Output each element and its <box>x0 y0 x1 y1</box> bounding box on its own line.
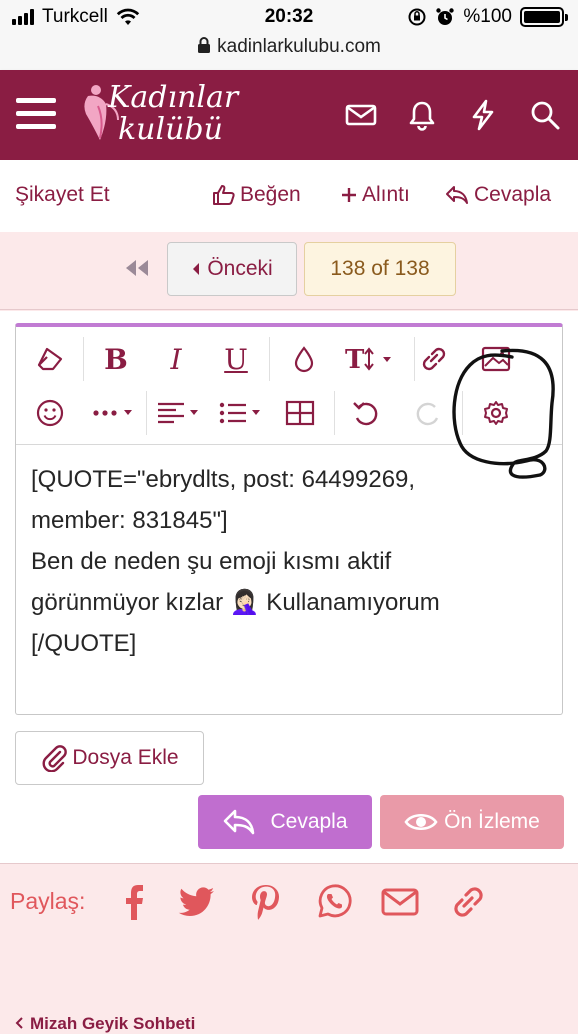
page-count[interactable]: 138 of 138 <box>304 242 456 296</box>
battery-percent: %100 <box>463 6 512 27</box>
share-bar: Paylaş: Mizah Geyik Sohbeti <box>0 863 578 1033</box>
lightning-icon[interactable] <box>466 98 500 132</box>
plus-icon <box>342 188 356 202</box>
bell-icon[interactable] <box>405 98 439 132</box>
rich-text-editor[interactable]: B I U T [QUOTE="ebrydlts, post: 64499269… <box>15 323 563 715</box>
table-icon[interactable] <box>278 391 322 435</box>
battery-icon <box>520 7 568 27</box>
facepalm-emoji: 🤦🏻‍♀️ <box>229 589 260 616</box>
search-icon[interactable] <box>528 98 562 132</box>
editor-toolbar: B I U T <box>16 327 562 479</box>
reply-area: B I U T [QUOTE="ebrydlts, post: 64499269… <box>0 311 578 863</box>
logo-line1: Kadınlar <box>108 80 239 115</box>
link-share-icon[interactable] <box>448 882 488 922</box>
submit-reply-label: Cevapla <box>270 810 348 833</box>
lock-icon <box>198 37 211 53</box>
submit-reply-button[interactable]: Cevapla <box>198 795 372 849</box>
text-color-icon[interactable] <box>282 337 326 381</box>
quote-open-line: [QUOTE="ebrydlts, post: 64499269, <box>31 466 416 493</box>
quote-body-line: Ben de neden şu emoji kısmı aktif <box>31 548 392 575</box>
previous-label: Önceki <box>207 257 273 280</box>
twitter-icon[interactable] <box>178 882 218 922</box>
svg-text:T: T <box>345 345 365 374</box>
reply-arrow-icon <box>224 809 255 835</box>
like-label: Beğen <box>240 183 301 206</box>
alarm-icon <box>436 8 455 25</box>
attach-file-button[interactable]: Dosya Ekle <box>15 731 204 785</box>
post-actions: Şikayet Et Beğen Alıntı Cevapla <box>0 160 578 232</box>
reply-icon <box>446 186 468 204</box>
emoji-icon[interactable] <box>28 391 72 435</box>
whatsapp-icon[interactable] <box>314 882 354 922</box>
italic-icon[interactable]: I <box>154 337 198 381</box>
site-header: Kadınlar kulübü <box>0 70 578 160</box>
like-link[interactable]: Beğen <box>212 183 301 207</box>
quote-label: Alıntı <box>362 183 410 206</box>
quote-link[interactable]: Alıntı <box>340 183 410 207</box>
list-icon[interactable] <box>216 391 272 435</box>
more-options-icon[interactable] <box>88 391 142 435</box>
status-bar: Turkcell 20:32 %100 kadinlarkulubu.com <box>0 0 578 70</box>
caret-left-icon <box>193 263 200 275</box>
paperclip-icon <box>42 745 68 772</box>
clear-formatting-icon[interactable] <box>28 337 72 381</box>
editor-content[interactable]: [QUOTE="ebrydlts, post: 64499269, member… <box>31 459 551 664</box>
previous-page-button[interactable]: Önceki <box>167 242 297 296</box>
reply-label: Cevapla <box>474 183 552 206</box>
thumbs-up-icon <box>213 185 235 205</box>
quote-body-line-2a: görünmüyor kızlar <box>31 589 230 616</box>
preview-label: Ön İzleme <box>444 810 540 833</box>
first-page-icon[interactable] <box>124 258 150 278</box>
pagination: Önceki 138 of 138 <box>0 232 578 310</box>
quote-member-line: member: 831845"] <box>31 507 228 534</box>
preview-button[interactable]: Ön İzleme <box>380 795 564 849</box>
quote-body-line-2b: Kullanamıyorum <box>259 589 440 616</box>
quote-close-line: [/QUOTE] <box>31 630 137 657</box>
pinterest-icon[interactable] <box>246 882 286 922</box>
undo-icon[interactable] <box>344 391 388 435</box>
site-logo[interactable]: Kadınlar kulübü <box>78 80 268 152</box>
inbox-icon[interactable] <box>344 98 378 132</box>
logo-line2: kulübü <box>118 112 223 147</box>
facebook-icon[interactable] <box>114 882 154 922</box>
reply-link[interactable]: Cevapla <box>444 183 551 207</box>
menu-icon[interactable] <box>16 98 56 132</box>
bold-icon[interactable]: B <box>94 337 138 381</box>
rotation-lock-icon <box>408 8 426 26</box>
page-count-label: 138 of 138 <box>330 257 430 280</box>
report-label: Şikayet Et <box>15 183 110 206</box>
underline-icon[interactable]: U <box>214 337 258 381</box>
url-bar[interactable]: kadinlarkulubu.com <box>0 36 578 58</box>
attach-file-label: Dosya Ekle <box>72 746 179 769</box>
chevron-left-icon <box>15 1017 23 1029</box>
email-share-icon[interactable] <box>380 882 420 922</box>
url-text: kadinlarkulubu.com <box>217 36 381 57</box>
share-label: Paylaş: <box>10 888 86 914</box>
breadcrumb-link[interactable]: Mizah Geyik Sohbeti <box>14 1014 195 1034</box>
eye-icon <box>404 813 438 831</box>
report-link[interactable]: Şikayet Et <box>15 183 110 207</box>
align-icon[interactable] <box>154 391 210 435</box>
font-size-icon[interactable]: T <box>344 337 400 381</box>
